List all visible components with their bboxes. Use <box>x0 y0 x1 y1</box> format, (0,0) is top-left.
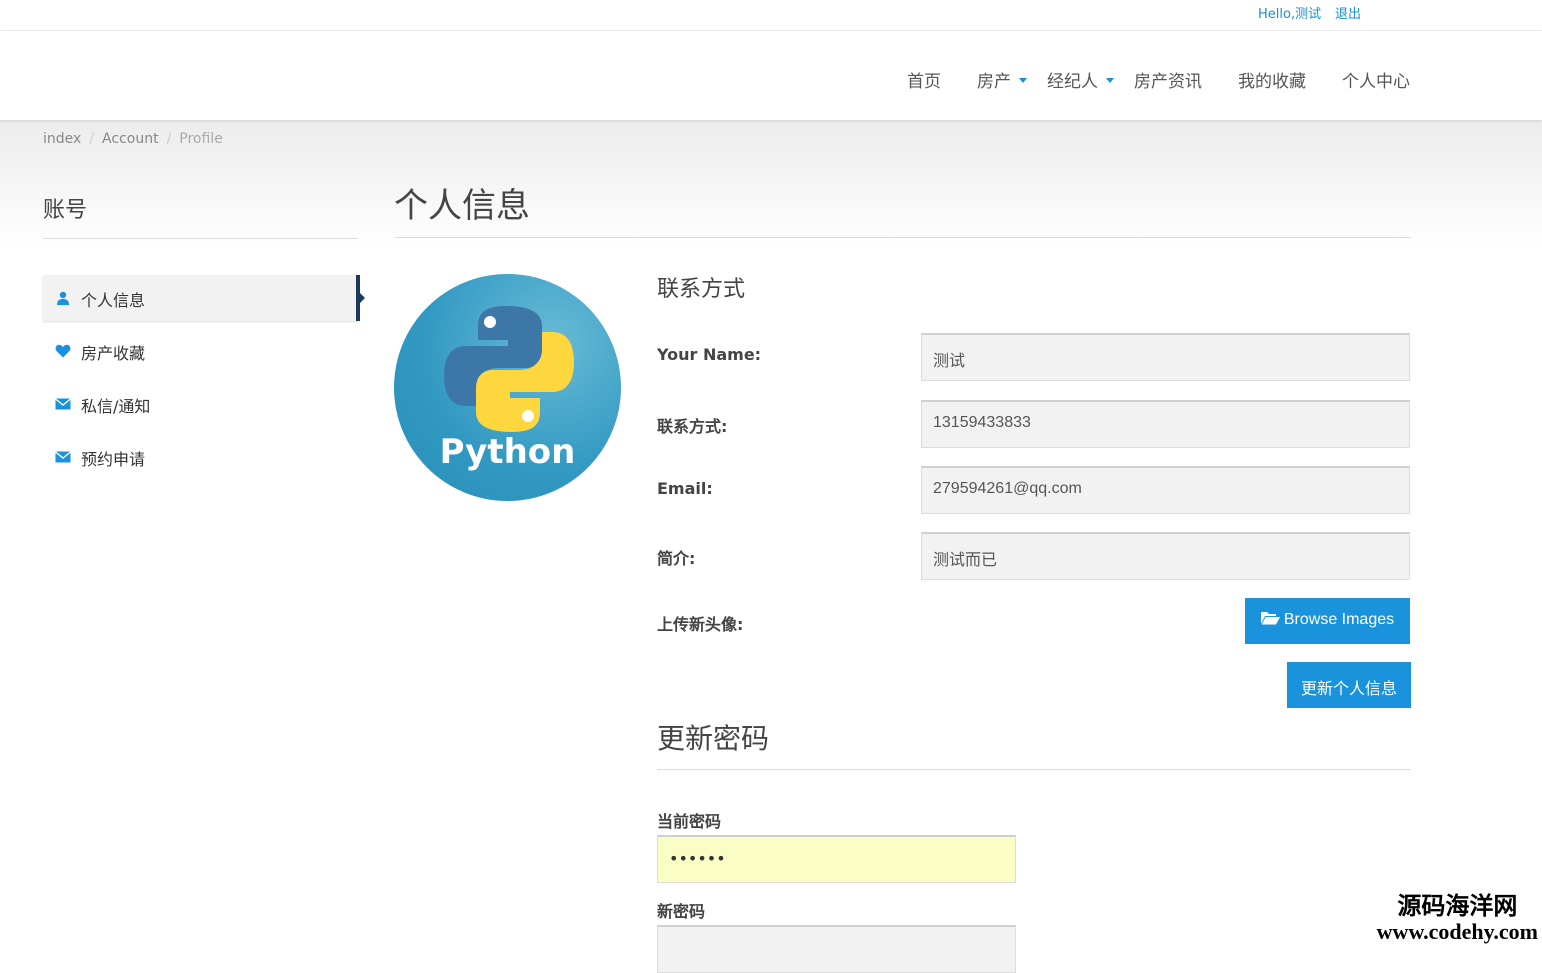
name-input[interactable]: 测试 <box>921 333 1410 381</box>
heart-icon <box>55 344 71 358</box>
password-section-title: 更新密码 <box>657 722 770 755</box>
sidebar-item-favorites[interactable]: 房产收藏 <box>43 328 358 374</box>
breadcrumb-profile: Profile <box>179 131 223 147</box>
nav-property-label: 房产 <box>977 72 1011 92</box>
python-logo-icon <box>444 306 574 432</box>
breadcrumb: index / Account / Profile <box>43 131 223 147</box>
page-title: 个人信息 <box>394 186 530 226</box>
top-bar: Hello,测试 退出 <box>0 0 1542 31</box>
breadcrumb-index[interactable]: index <box>43 131 81 147</box>
sidebar-item-label: 预约申请 <box>81 450 146 469</box>
nav-news[interactable]: 房产资讯 <box>1134 67 1202 92</box>
sidebar-title: 账号 <box>43 198 88 223</box>
phone-label: 联系方式: <box>657 417 728 436</box>
sidebar-item-label: 房产收藏 <box>81 344 146 363</box>
email-input[interactable]: 279594261@qq.com <box>921 466 1410 514</box>
caret-down-icon <box>1019 78 1027 83</box>
main-header: 首页 房产 经纪人 房产资讯 我的收藏 个人中心 <box>0 31 1542 120</box>
sidebar-item-messages[interactable]: 私信/通知 <box>43 381 358 427</box>
nav-home[interactable]: 首页 <box>907 67 941 92</box>
nav-personal-center[interactable]: 个人中心 <box>1342 67 1410 92</box>
sidebar-item-label: 私信/通知 <box>81 397 151 416</box>
nav-property[interactable]: 房产 <box>977 67 1027 92</box>
breadcrumb-separator: / <box>89 131 95 147</box>
current-password-label: 当前密码 <box>657 812 722 831</box>
user-greeting-link[interactable]: Hello,测试 <box>1258 3 1321 22</box>
user-icon <box>57 291 69 305</box>
watermark: 源码海洋网 www.codehy.com <box>1377 893 1538 944</box>
logout-link[interactable]: 退出 <box>1335 3 1361 22</box>
bio-label: 简介: <box>657 549 696 568</box>
bio-input[interactable]: 测试而已 <box>921 532 1410 580</box>
page-header-band <box>0 120 1542 250</box>
sidebar-item-profile[interactable]: 个人信息 <box>43 275 365 321</box>
avatar: Python <box>394 274 621 501</box>
current-password-input[interactable]: •••••• <box>657 835 1016 883</box>
browse-images-label: Browse Images <box>1283 611 1395 628</box>
nav-agent[interactable]: 经纪人 <box>1047 67 1114 92</box>
watermark-line1: 源码海洋网 <box>1397 892 1518 921</box>
browse-images-button[interactable]: Browse Images <box>1245 598 1410 644</box>
sidebar-item-appointments[interactable]: 预约申请 <box>43 434 358 480</box>
nav-favorites[interactable]: 我的收藏 <box>1238 67 1306 92</box>
breadcrumb-account[interactable]: Account <box>102 131 159 147</box>
caret-down-icon <box>1106 78 1114 83</box>
sidebar-item-label: 个人信息 <box>81 291 146 310</box>
breadcrumb-separator: / <box>166 131 172 147</box>
folder-open-icon <box>1260 612 1280 625</box>
contact-section-title: 联系方式 <box>657 277 746 302</box>
watermark-line2: www.codehy.com <box>1376 918 1538 944</box>
avatar-caption: Python <box>439 432 576 472</box>
new-password-label: 新密码 <box>657 902 706 921</box>
password-divider <box>657 769 1411 770</box>
nav-agent-label: 经纪人 <box>1047 72 1098 92</box>
phone-input[interactable]: 13159433833 <box>921 400 1410 448</box>
name-label: Your Name: <box>657 345 762 364</box>
sidebar-divider <box>43 238 358 239</box>
update-profile-button[interactable]: 更新个人信息 <box>1287 662 1411 708</box>
new-password-input[interactable] <box>657 925 1016 973</box>
envelope-icon <box>55 398 71 410</box>
upload-avatar-label: 上传新头像: <box>657 615 744 634</box>
envelope-icon <box>55 451 71 463</box>
email-label: Email: <box>657 479 713 498</box>
title-divider <box>394 237 1411 238</box>
